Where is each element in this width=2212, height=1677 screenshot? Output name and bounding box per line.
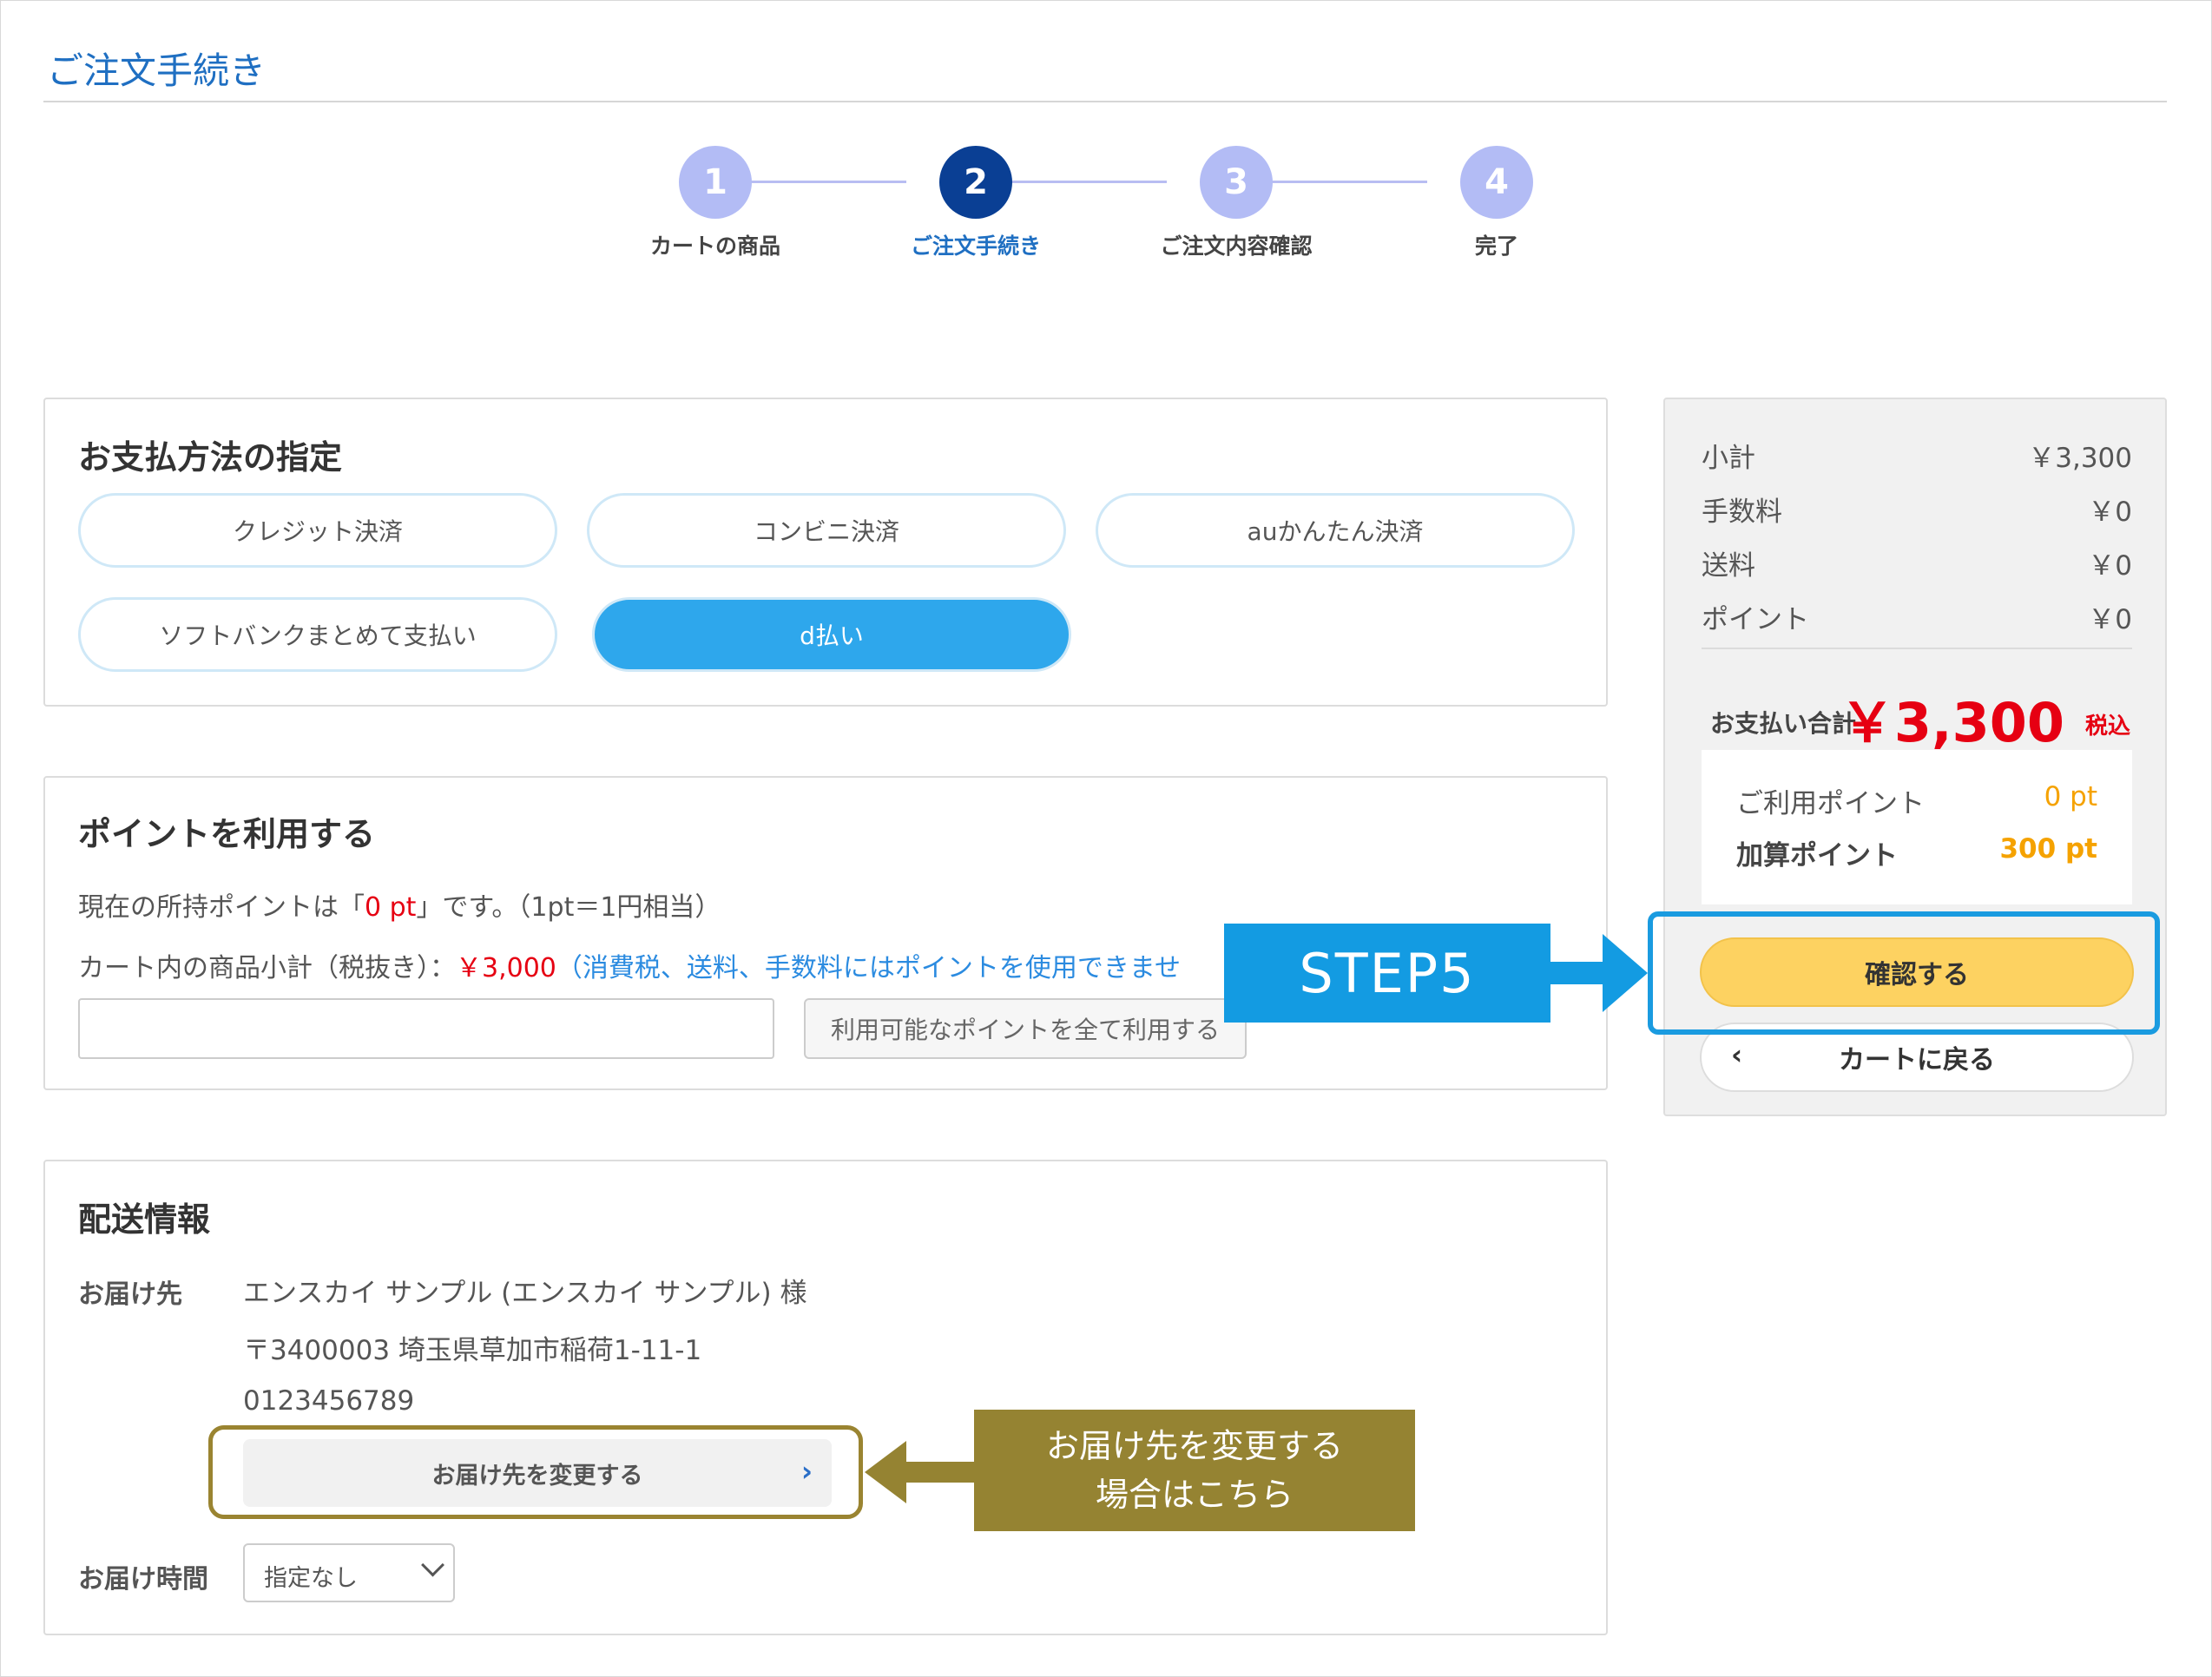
used-points-label: ご利用ポイント — [1736, 788, 1925, 819]
cart-subtotal-value: ￥3,000 — [456, 953, 556, 983]
delivery-time-label: お届け時間 — [78, 1564, 208, 1595]
recipient-address: 〒3400003 埼玉県草加市稲荷1-11-1 — [243, 1335, 702, 1366]
summary-value: ￥0 — [2088, 497, 2132, 528]
summary-label: 小計 — [1702, 443, 1755, 474]
recipient-phone: 0123456789 — [243, 1385, 415, 1417]
callout-line-2: 場合はこちら — [1095, 1476, 1294, 1514]
recipient-name: エンスカイ サンプル (エンスカイ サンプル) 様 — [243, 1278, 807, 1309]
summary-value: ￥3,300 — [2028, 443, 2132, 474]
payment-option-softbank[interactable]: ソフトバンクまとめて支払い — [78, 597, 557, 672]
owned-points-value: 0 pt — [365, 892, 417, 923]
summary-divider — [1702, 648, 2132, 649]
added-points-label: 加算ポイント — [1736, 840, 1898, 871]
payment-option-au-easy[interactable]: auかんたん決済 — [1096, 493, 1575, 568]
owned-points-suffix: 」です。（1pt＝1円相当） — [416, 892, 721, 923]
owned-points-text: 現在の所持ポイントは「0 pt」です。（1pt＝1円相当） — [78, 885, 721, 924]
step-2-label: ご注文手続き — [910, 233, 1041, 259]
points-input[interactable] — [78, 998, 774, 1059]
points-usage-note: （消費税、送料、手数料にはポイントを使用できませ — [556, 953, 1181, 983]
step-3-circle: 3 — [1200, 146, 1273, 219]
shipping-section-title: 配送情報 — [78, 1200, 211, 1239]
delivery-time-select[interactable]: 指定なし — [243, 1543, 455, 1602]
step-2-circle: 2 — [939, 146, 1012, 219]
checkout-stepper: 1 2 3 4 カートの商品 ご注文手続き ご注文内容確認 完了 — [608, 144, 1606, 266]
summary-value: ￥0 — [2088, 604, 2132, 635]
owned-points-prefix: 現在の所持ポイントは「 — [78, 892, 365, 923]
step-4-circle: 4 — [1460, 146, 1533, 219]
step5-callout: STEP5 — [1224, 924, 1550, 1023]
arrow-left-icon — [865, 1441, 906, 1503]
payment-option-d-barai[interactable]: d払い — [592, 597, 1071, 672]
payment-method-card: お支払方法の指定 クレジット決済 コンビニ決済 auかんたん決済 ソフトバンクま… — [43, 398, 1608, 707]
payment-option-credit[interactable]: クレジット決済 — [78, 493, 557, 568]
annotation-arrow-shaft — [1550, 962, 1606, 984]
change-destination-highlight — [208, 1425, 863, 1519]
callout-line-1: お届け先を変更する — [1045, 1427, 1343, 1465]
confirm-button-highlight — [1648, 911, 2160, 1035]
chevron-down-icon — [421, 1553, 444, 1577]
summary-label: ポイント — [1702, 604, 1809, 635]
added-points-value: 300 pt — [1999, 833, 2097, 865]
page-title: ご注文手続き — [47, 49, 267, 92]
cart-subtotal-prefix: カート内の商品小計（税抜き）： — [78, 953, 456, 983]
delivery-time-value: 指定なし — [264, 1565, 358, 1592]
payment-section-title: お支払方法の指定 — [78, 438, 343, 477]
shipping-card: 配送情報 お届け先 エンスカイ サンプル (エンスカイ サンプル) 様 〒340… — [43, 1160, 1608, 1635]
step-1-circle: 1 — [679, 146, 752, 219]
arrow-right-icon — [1603, 934, 1648, 1012]
payment-option-convenience-store[interactable]: コンビニ決済 — [587, 493, 1066, 568]
total-label: お支払い合計 — [1710, 709, 1857, 738]
chevron-left-icon: ‹ — [1731, 1038, 1743, 1071]
tax-included-badge: 税込 — [2084, 714, 2130, 740]
annotation-arrow-shaft — [903, 1462, 976, 1483]
summary-row-points: ポイント ￥0 — [1702, 597, 2132, 636]
summary-label: 送料 — [1702, 550, 1755, 582]
cart-subtotal-text: カート内の商品小計（税抜き）：￥3,000（消費税、送料、手数料にはポイントを使… — [78, 946, 1181, 984]
step-4-label: 完了 — [1474, 233, 1518, 259]
title-divider — [43, 101, 2167, 102]
summary-row-fee: 手数料 ￥0 — [1702, 490, 2132, 529]
used-points-value: 0 pt — [2044, 781, 2097, 812]
back-to-cart-label: カートに戻る — [1839, 1045, 1995, 1075]
summary-label: 手数料 — [1702, 497, 1782, 528]
summary-row-shipping: 送料 ￥0 — [1702, 543, 2132, 582]
use-all-points-button[interactable]: 利用可能なポイントを全て利用する — [804, 998, 1247, 1059]
points-info-box: ご利用ポイント 0 pt 加算ポイント 300 pt — [1702, 750, 2132, 904]
destination-label: お届け先 — [78, 1279, 182, 1310]
page-root: ご注文手続き 1 2 3 4 カートの商品 ご注文手続き ご注文内容確認 完了 … — [0, 0, 2212, 1677]
points-section-title: ポイントを利用する — [78, 815, 376, 853]
step-3-label: ご注文内容確認 — [1160, 233, 1313, 259]
summary-row-subtotal: 小計 ￥3,300 — [1702, 436, 2132, 475]
step-1-label: カートの商品 — [649, 233, 780, 259]
change-destination-callout: お届け先を変更する 場合はこちら — [974, 1410, 1415, 1531]
summary-value: ￥0 — [2088, 550, 2132, 582]
total-amount: ￥3,300 — [1840, 691, 2064, 754]
